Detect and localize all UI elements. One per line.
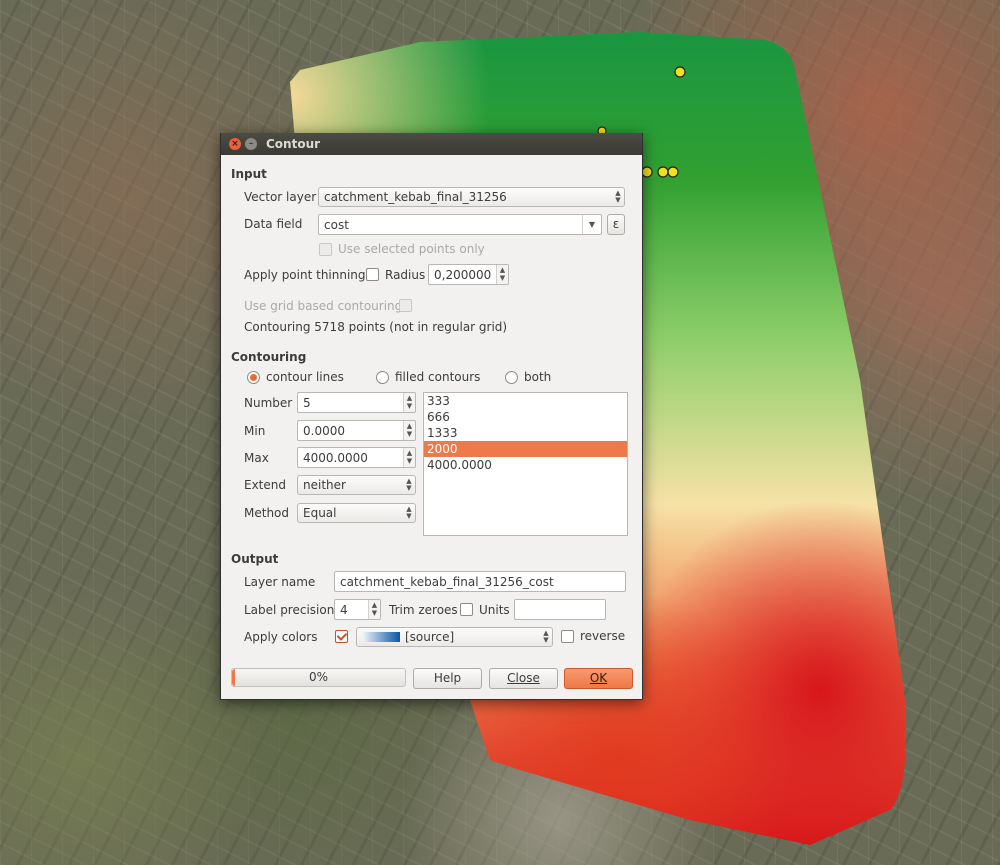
- trim-zeroes-label: Trim zeroes: [389, 603, 458, 617]
- contouring-section-heading: Contouring: [231, 350, 307, 364]
- level-item[interactable]: 4000.0000: [424, 457, 627, 473]
- min-spinbox[interactable]: 0.0000 ▲ ▼: [297, 420, 416, 441]
- ok-button[interactable]: OK: [564, 668, 633, 689]
- reverse-checkbox[interactable]: [561, 630, 574, 643]
- updown-arrows-icon: ▲ ▼: [615, 189, 621, 204]
- color-ramp-swatch: [362, 632, 400, 642]
- data-field-combo[interactable]: cost ▼: [318, 214, 602, 235]
- level-item-selected[interactable]: 2000: [424, 441, 627, 457]
- max-value: 4000.0000: [303, 451, 368, 465]
- units-input[interactable]: [514, 599, 606, 620]
- filled-contours-radio[interactable]: [376, 371, 389, 384]
- progress-text: 0%: [308, 670, 329, 684]
- dropdown-arrow-icon[interactable]: ▼: [582, 215, 601, 234]
- label-precision-label: Label precision: [244, 603, 335, 617]
- spin-arrows-icon[interactable]: ▲ ▼: [496, 265, 508, 284]
- point-thinning-checkbox[interactable]: [366, 268, 379, 281]
- layer-name-input[interactable]: catchment_kebab_final_31256_cost: [334, 571, 626, 592]
- extend-combo[interactable]: neither ▲ ▼: [297, 475, 416, 495]
- method-label: Method: [244, 506, 290, 520]
- vector-layer-value: catchment_kebab_final_31256: [324, 190, 507, 204]
- vector-layer-label: Vector layer: [244, 190, 317, 204]
- filled-contours-label: filled contours: [395, 370, 481, 384]
- output-section-heading: Output: [231, 552, 279, 566]
- help-button[interactable]: Help: [413, 668, 482, 689]
- contouring-info-text: Contouring 5718 points (not in regular g…: [244, 320, 508, 334]
- method-value: Equal: [303, 506, 337, 520]
- number-label: Number: [244, 396, 293, 410]
- contour-lines-label: contour lines: [266, 370, 344, 384]
- use-selected-label: Use selected points only: [338, 242, 485, 256]
- label-precision-value: 4: [340, 603, 348, 617]
- apply-colors-checkbox[interactable]: [335, 630, 348, 643]
- contour-lines-radio[interactable]: [247, 371, 260, 384]
- use-selected-checkbox[interactable]: [319, 243, 332, 256]
- spin-arrows-icon[interactable]: ▲ ▼: [403, 393, 415, 412]
- close-button-label: Close: [507, 671, 540, 685]
- expression-button[interactable]: ε: [607, 214, 625, 235]
- ok-button-label: OK: [589, 671, 608, 685]
- min-value: 0.0000: [303, 424, 345, 438]
- color-ramp-value: [source]: [405, 630, 455, 644]
- number-spinbox[interactable]: 5 ▲ ▼: [297, 392, 416, 413]
- reverse-label: reverse: [580, 629, 626, 643]
- radius-label: Radius: [385, 268, 426, 282]
- label-precision-spinbox[interactable]: 4 ▲ ▼: [334, 599, 381, 620]
- both-radio[interactable]: [505, 371, 518, 384]
- point-thinning-label: Apply point thinning: [244, 268, 366, 282]
- radius-value: 0,200000: [434, 268, 492, 282]
- spin-arrows-icon[interactable]: ▲ ▼: [403, 448, 415, 467]
- spin-arrows-icon[interactable]: ▲ ▼: [368, 600, 380, 619]
- levels-list[interactable]: 333 666 1333 2000 4000.0000: [423, 392, 628, 536]
- grid-contouring-checkbox[interactable]: [399, 299, 412, 312]
- vector-layer-combo[interactable]: catchment_kebab_final_31256 ▲ ▼: [318, 187, 625, 207]
- updown-arrows-icon: ▲ ▼: [406, 477, 412, 492]
- updown-arrows-icon: ▲ ▼: [406, 505, 412, 520]
- min-label: Min: [244, 424, 266, 438]
- extend-label: Extend: [244, 478, 286, 492]
- contour-dialog: × – Contour Input Vector layer catchment…: [220, 133, 643, 700]
- progress-bar: 0%: [231, 668, 406, 687]
- level-item[interactable]: 333: [424, 393, 627, 409]
- radius-spinbox[interactable]: 0,200000 ▲ ▼: [428, 264, 509, 285]
- window-title: Contour: [266, 137, 321, 151]
- layer-name-value: catchment_kebab_final_31256_cost: [340, 575, 554, 589]
- close-button[interactable]: Close: [489, 668, 558, 689]
- both-label: both: [524, 370, 552, 384]
- max-spinbox[interactable]: 4000.0000 ▲ ▼: [297, 447, 416, 468]
- spin-arrows-icon[interactable]: ▲ ▼: [403, 421, 415, 440]
- max-label: Max: [244, 451, 269, 465]
- expression-icon: ε: [612, 217, 620, 231]
- apply-colors-label: Apply colors: [244, 630, 318, 644]
- updown-arrows-icon: ▲ ▼: [543, 629, 549, 644]
- level-item[interactable]: 666: [424, 409, 627, 425]
- minimize-window-icon[interactable]: –: [245, 138, 257, 150]
- grid-contouring-label: Use grid based contouring: [244, 299, 403, 313]
- input-section-heading: Input: [231, 167, 267, 181]
- data-field-label: Data field: [244, 217, 303, 231]
- data-field-value: cost: [324, 218, 349, 232]
- method-combo[interactable]: Equal ▲ ▼: [297, 503, 416, 523]
- number-value: 5: [303, 396, 311, 410]
- units-label: Units: [479, 603, 510, 617]
- layer-name-label: Layer name: [244, 575, 316, 589]
- level-item[interactable]: 1333: [424, 425, 627, 441]
- extend-value: neither: [303, 478, 346, 492]
- trim-zeroes-checkbox[interactable]: [460, 603, 473, 616]
- color-ramp-combo[interactable]: [source] ▲ ▼: [356, 627, 553, 647]
- close-window-icon[interactable]: ×: [229, 138, 241, 150]
- progress-fill: [232, 669, 235, 686]
- title-bar[interactable]: × – Contour: [221, 133, 642, 155]
